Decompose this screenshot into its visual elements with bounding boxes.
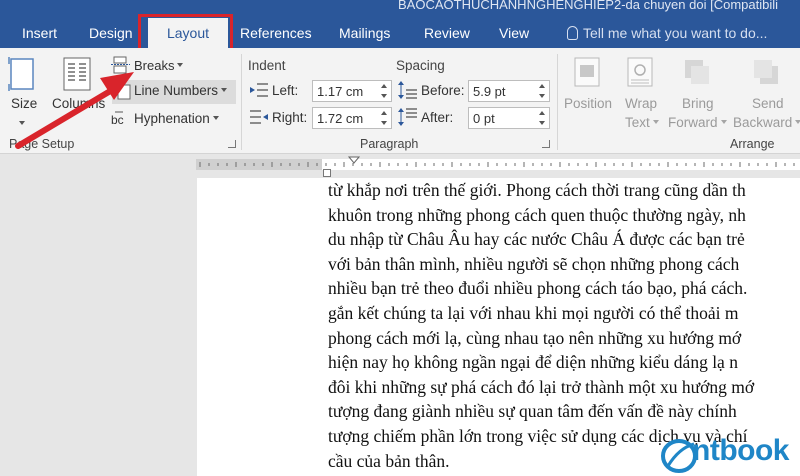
bring-forward-label-2[interactable]: Forward [668, 115, 727, 130]
document-line: phong cách mới lạ, cùng nhau tạo nên nhữ… [328, 327, 742, 348]
watermark-text: ntbook [692, 434, 789, 467]
send-backward-label-2-text: Backward [733, 115, 793, 130]
spacing-after-label: After: [421, 110, 454, 125]
tab-review[interactable]: Review [424, 25, 470, 41]
wrap-text-label-2-text: Text [625, 115, 650, 130]
lightbulb-icon [567, 26, 578, 40]
breaks-button[interactable]: Breaks [134, 58, 184, 73]
indent-right-label: Right: [272, 110, 308, 125]
document-line: du nhập từ Châu Âu hay các nước Châu Á đ… [328, 229, 745, 250]
document-line: với bản thân mình, nhiều người sẽ chọn n… [328, 253, 740, 274]
indent-heading: Indent [248, 58, 286, 73]
tab-insert[interactable]: Insert [22, 25, 57, 41]
indent-left-label: Left: [272, 83, 299, 98]
line-numbers-dropdown-caret [221, 88, 228, 92]
spacing-after-value: 0 pt [473, 111, 495, 126]
hyphenation-button[interactable]: Hyphenation [134, 111, 219, 126]
document-title: BAOCAOTHUCHANHNGHENGHIEP2-da chuyen doi … [398, 0, 779, 12]
wrap-text-icon [627, 57, 653, 87]
columns-icon [63, 57, 91, 91]
line-numbers-button[interactable]: Line Numbers [112, 80, 236, 104]
paragraph-dialog-launcher[interactable] [542, 140, 550, 148]
position-button[interactable]: Position [564, 96, 612, 111]
arrange-group-label: Arrange [730, 137, 775, 151]
horizontal-ruler[interactable] [0, 156, 800, 173]
tell-me-placeholder: Tell me what you want to do... [583, 25, 768, 41]
size-icon [8, 57, 34, 91]
columns-button[interactable]: Columns [52, 96, 105, 111]
ruler-ticks [199, 162, 795, 167]
spacing-after-icon [398, 108, 417, 126]
document-line: tượng đang giành nhiều sự quan tâm đến v… [328, 401, 737, 422]
breaks-icon [111, 56, 130, 74]
wrap-text-dropdown-caret [652, 120, 659, 124]
document-line: gắn kết chúng ta lại với nhau khi mọi ng… [328, 302, 739, 323]
indent-left-spinner[interactable] [381, 83, 389, 99]
tab-references[interactable]: References [240, 25, 312, 41]
indent-right-spinner[interactable] [381, 110, 389, 126]
tell-me-box[interactable]: Tell me what you want to do... [567, 25, 767, 41]
size-dropdown-caret [19, 121, 25, 125]
document-line: nhiều bạn trẻ theo đuổi nhiều phong cách… [328, 278, 748, 299]
spacing-after-input[interactable]: 0 pt [468, 107, 550, 129]
indent-left-value: 1.17 cm [317, 84, 364, 99]
indent-left-input[interactable]: 1.17 cm [312, 80, 392, 102]
wrap-text-label-2[interactable]: Text [625, 115, 659, 130]
left-indent-marker[interactable] [323, 169, 331, 177]
document-line: đôi khi những sự phá cách đó lại trở thà… [328, 376, 755, 397]
bring-forward-dropdown-caret [720, 120, 727, 124]
page-setup-group-label: Page Setup [9, 137, 75, 151]
document-line: khuôn trong những phong cách quen thuộc … [328, 204, 746, 225]
spacing-before-label: Before: [421, 83, 465, 98]
first-line-indent-marker[interactable] [348, 156, 360, 165]
line-numbers-text: Line Numbers [134, 83, 219, 98]
size-button[interactable]: Size [11, 96, 37, 111]
spacing-before-spinner[interactable] [539, 83, 547, 99]
spacing-after-spinner[interactable] [539, 110, 547, 126]
hyphenation-icon: bc [111, 111, 124, 127]
send-backward-label-2[interactable]: Backward [733, 115, 800, 130]
page-setup-dialog-launcher[interactable] [228, 140, 236, 148]
send-backward-dropdown-caret [795, 120, 800, 124]
tab-design[interactable]: Design [89, 25, 133, 41]
indent-right-input[interactable]: 1.72 cm [312, 107, 392, 129]
tab-mailings[interactable]: Mailings [339, 25, 390, 41]
send-backward-label-1[interactable]: Send [752, 96, 784, 111]
line-numbers-icon [117, 84, 131, 100]
spacing-before-value: 5.9 pt [473, 84, 506, 99]
watermark-logo: ntbook [656, 432, 800, 476]
indent-left-icon [250, 83, 268, 97]
document-line: từ khắp nơi trên thế giới. Phong cách th… [328, 180, 746, 200]
position-icon [574, 57, 600, 87]
breaks-dropdown-caret [177, 63, 184, 67]
bring-forward-icon [685, 60, 709, 84]
hyphenation-dropdown-caret [212, 116, 219, 120]
title-tab-bar: BAOCAOTHUCHANHNGHENGHIEP2-da chuyen doi … [0, 0, 800, 48]
document-line: hiện nay họ không ngần ngại để diện nhữn… [328, 352, 738, 373]
ribbon-separator [557, 54, 558, 150]
bring-forward-label-2-text: Forward [668, 115, 718, 130]
document-body[interactable]: từ khắp nơi trên thế giới. Phong cách th… [328, 178, 800, 473]
spacing-before-input[interactable]: 5.9 pt [468, 80, 550, 102]
send-backward-icon [754, 60, 778, 84]
paragraph-group-label: Paragraph [360, 137, 419, 151]
indent-right-icon [250, 110, 268, 124]
svg-text:bc: bc [111, 113, 124, 127]
line-numbers-label: Line Numbers [134, 83, 228, 98]
hyphenation-label: Hyphenation [134, 111, 210, 126]
indent-right-value: 1.72 cm [317, 111, 364, 126]
spacing-heading: Spacing [396, 58, 445, 73]
ribbon: Size Columns Breaks Line Numbers bc Hyph… [0, 48, 800, 154]
tab-view[interactable]: View [499, 25, 529, 41]
ribbon-separator [241, 54, 242, 150]
spacing-before-icon [398, 81, 417, 99]
bring-forward-label-1[interactable]: Bring [682, 96, 714, 111]
tab-layout[interactable]: Layout [148, 18, 228, 48]
wrap-text-label-1[interactable]: Wrap [625, 96, 657, 111]
breaks-label: Breaks [134, 58, 175, 73]
